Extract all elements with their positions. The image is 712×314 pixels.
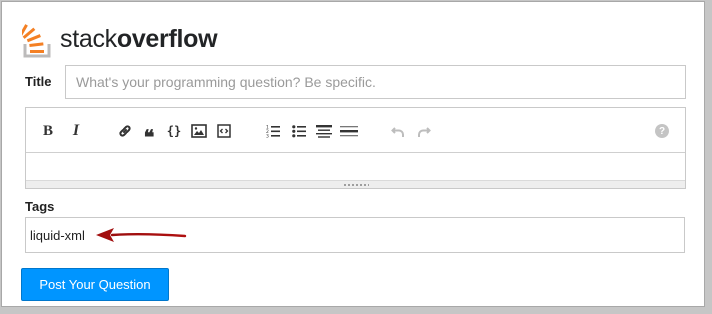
redo-icon — [418, 127, 431, 137]
title-input[interactable] — [65, 65, 686, 99]
grip-dots-icon — [342, 182, 369, 187]
heading-icon — [316, 125, 332, 138]
numbered-list-button[interactable]: 1 2 3 — [263, 121, 283, 141]
annotation-arrow-icon — [96, 228, 187, 242]
numbered-list-icon: 1 2 3 — [266, 125, 280, 139]
bulleted-list-button[interactable] — [289, 121, 309, 141]
logo-wordmark-bold: overflow — [116, 24, 218, 53]
image-icon — [191, 124, 207, 138]
title-label: Title — [25, 74, 52, 89]
link-icon — [119, 125, 131, 137]
redo-button[interactable] — [414, 121, 434, 141]
bulleted-list-icon — [292, 125, 306, 138]
horizontal-rule-icon — [340, 126, 358, 137]
code-snippet-icon — [217, 124, 231, 138]
bold-button[interactable]: B — [38, 121, 58, 141]
snippet-button[interactable] — [214, 121, 234, 141]
code-braces-icon: {} — [166, 124, 182, 138]
blockquote-button[interactable]: ❝ — [139, 121, 159, 149]
help-button[interactable]: ? — [652, 121, 672, 141]
editor-toolbar: B I ❝ {} 1 2 3 ? — [26, 108, 685, 153]
editor-resize-grip[interactable] — [26, 180, 685, 188]
tags-label: Tags — [25, 199, 55, 214]
italic-icon: I — [72, 122, 80, 139]
code-button[interactable]: {} — [164, 121, 184, 141]
horizontal-rule-button[interactable] — [339, 121, 359, 141]
svg-text:3: 3 — [266, 134, 269, 139]
stack-overflow-logo[interactable]: stackoverflow — [22, 19, 218, 59]
post-question-button[interactable]: Post Your Question — [21, 268, 169, 301]
undo-button[interactable] — [388, 121, 408, 141]
quote-icon: ❝ — [143, 126, 155, 149]
ask-question-panel: stackoverflow Title B I ❝ {} — [1, 1, 705, 307]
link-button[interactable] — [115, 121, 135, 141]
image-button[interactable] — [189, 121, 209, 141]
undo-icon — [391, 127, 404, 137]
help-icon: ? — [655, 124, 669, 138]
stack-overflow-logo-icon — [22, 24, 51, 58]
heading-button[interactable] — [314, 121, 334, 141]
bold-icon: B — [42, 122, 53, 139]
body-textarea[interactable] — [26, 153, 685, 181]
logo-wordmark-regular: stack — [60, 24, 117, 53]
body-editor: B I ❝ {} 1 2 3 ? — [25, 107, 686, 189]
italic-button[interactable]: I — [66, 121, 86, 141]
logo-wordmark: stackoverflow — [60, 24, 218, 54]
